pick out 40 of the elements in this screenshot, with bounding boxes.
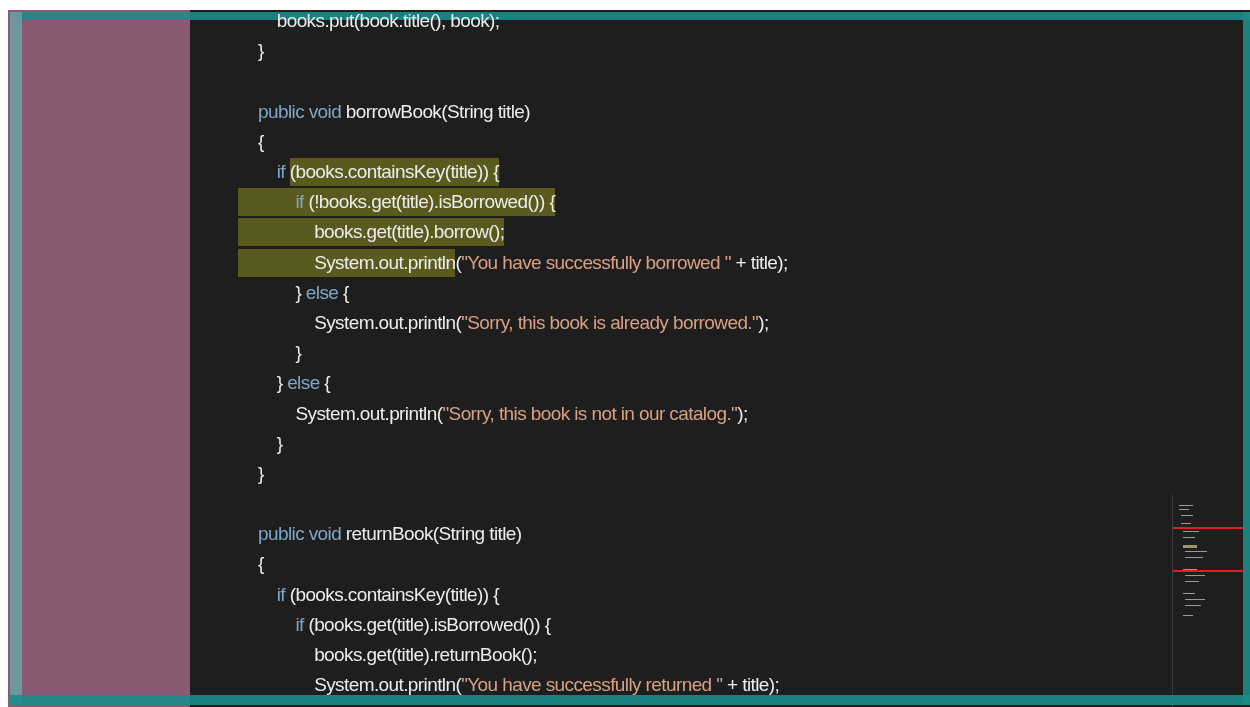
code-text: );	[758, 310, 769, 335]
code-text: {	[258, 129, 264, 154]
code-text: (books.containsKey(title)) {	[289, 158, 499, 187]
code-text: }	[294, 341, 302, 366]
code-text: {	[323, 371, 331, 396]
code-keyword: if	[294, 612, 304, 637]
code-string: "You have successfully borrowed "	[461, 250, 731, 275]
code-text: books.get(title).borrow();	[238, 218, 505, 247]
code-text: System.out.println(	[313, 310, 462, 335]
code-keyword: else	[287, 371, 320, 396]
code-keyword: public void	[258, 522, 342, 547]
code-text: {	[342, 280, 349, 305]
code-text: books.get(title).returnBook();	[313, 643, 537, 668]
code-text: (!books.get(title).isBorrowed()) {	[303, 188, 556, 217]
code-text: returnBook(String title)	[344, 522, 522, 547]
code-text: {	[258, 552, 264, 577]
code-string: "You have successfully returned "	[461, 673, 723, 698]
code-text: borrowBook(String title)	[344, 99, 530, 124]
code-text: (	[455, 250, 462, 275]
code-text: + title);	[726, 673, 780, 698]
code-keyword: if	[238, 188, 304, 217]
code-keyword: if	[275, 160, 287, 185]
code-text: System.out.println	[238, 248, 456, 277]
code-text: }	[275, 371, 284, 396]
code-text: }	[258, 461, 264, 486]
code-text: + title);	[734, 250, 788, 275]
code-keyword: public void	[258, 99, 342, 124]
code-text: books.put(book.title(), book);	[275, 10, 500, 34]
code-keyword: if	[275, 582, 285, 607]
code-text: (books.containsKey(title)) {	[288, 582, 499, 607]
code-text: }	[258, 39, 264, 64]
code-text: }	[294, 280, 303, 305]
code-text: System.out.println(	[294, 401, 443, 426]
code-string: "Sorry, this book is not in our catalog."	[442, 401, 738, 426]
code-text: }	[275, 431, 283, 456]
code-text: System.out.println(	[313, 673, 462, 698]
code-keyword: else	[305, 280, 339, 305]
code-string: "Sorry, this book is already borrowed."	[461, 310, 759, 335]
code-text: (books.get(title).isBorrowed()) {	[307, 612, 551, 637]
code-text: );	[737, 401, 748, 426]
